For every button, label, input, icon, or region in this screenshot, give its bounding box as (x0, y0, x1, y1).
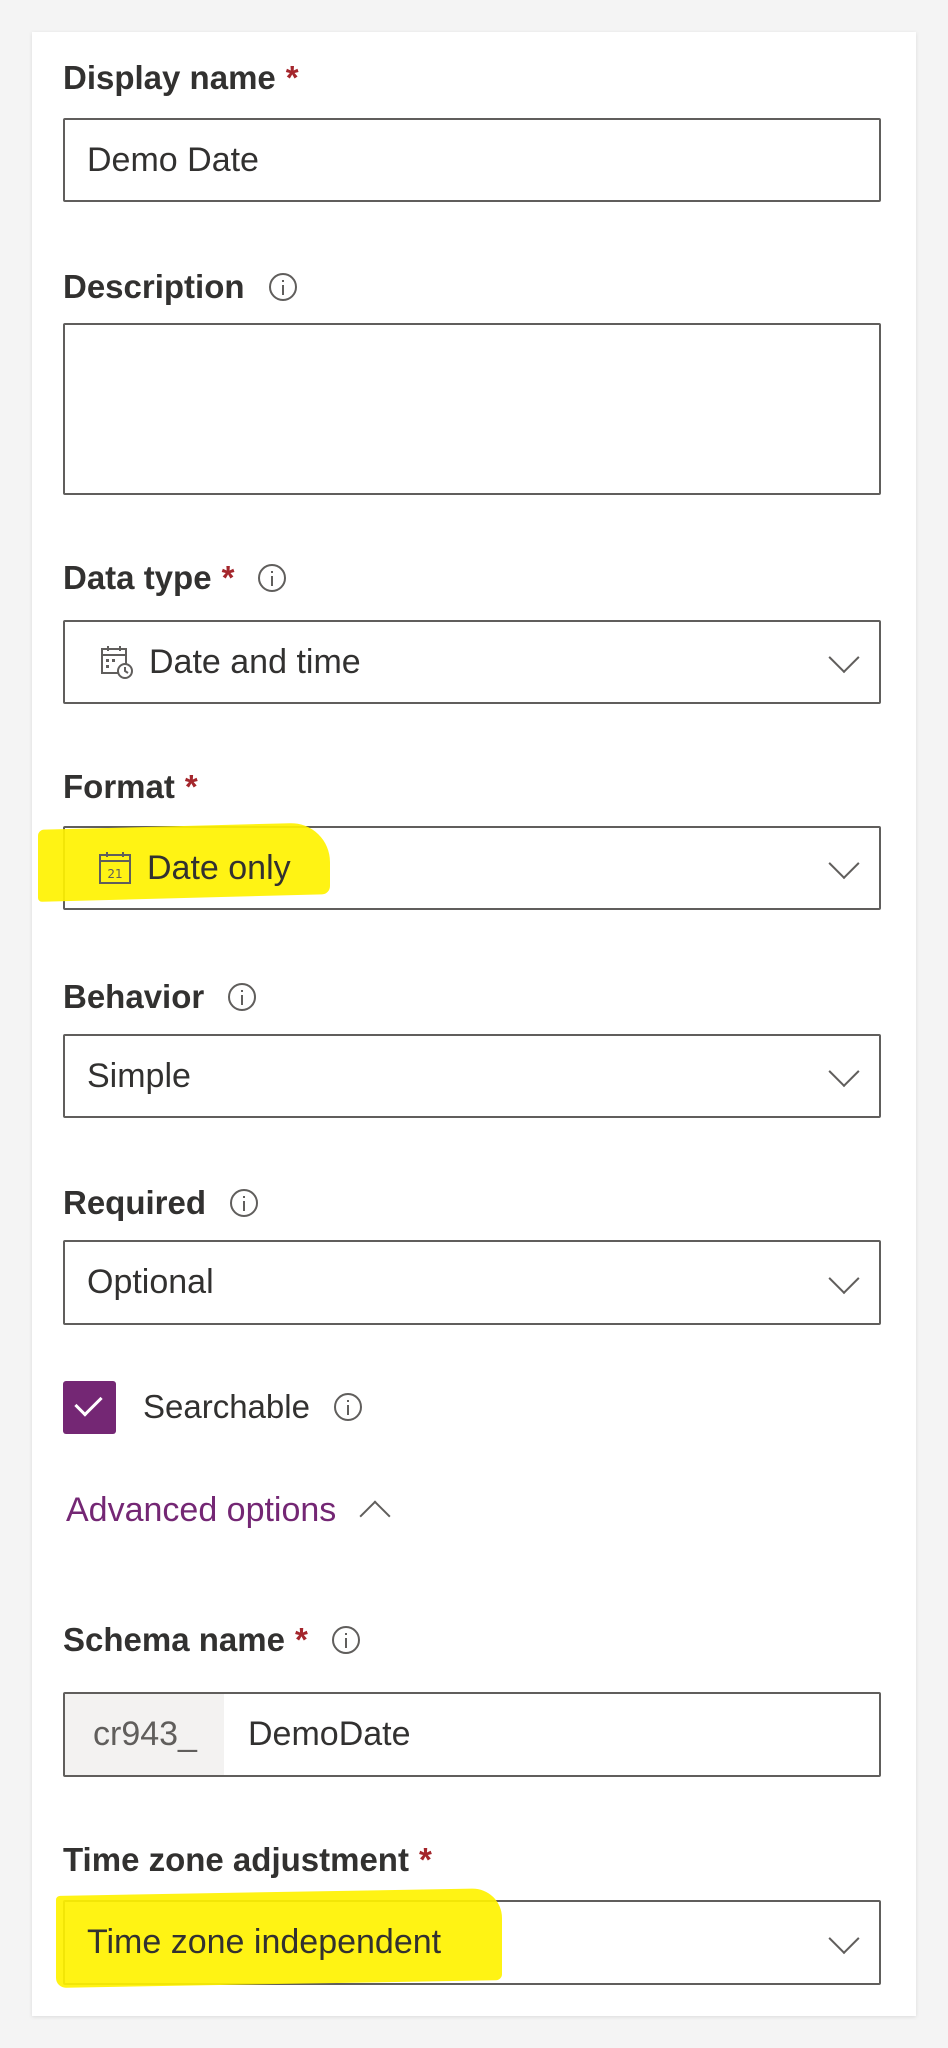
required-asterisk: * (418, 1841, 432, 1878)
data-type-label-text: Data type (63, 559, 212, 596)
format-value: Date only (147, 848, 291, 887)
behavior-label-text: Behavior (63, 978, 205, 1015)
schema-name-input[interactable]: cr943_ DemoDate (63, 1692, 881, 1777)
chevron-down-icon (828, 1922, 860, 1954)
chevron-up-icon (359, 1500, 391, 1532)
description-label: Description (63, 270, 297, 303)
description-textarea[interactable] (63, 323, 881, 495)
required-asterisk: * (294, 1621, 308, 1658)
display-name-input[interactable]: Demo Date (63, 118, 881, 202)
info-icon[interactable] (268, 272, 297, 301)
calendar-clock-icon (101, 646, 133, 679)
schema-name-label-text: Schema name (63, 1621, 285, 1658)
required-value: Optional (87, 1263, 214, 1301)
info-icon[interactable] (333, 1392, 362, 1421)
display-name-label: Display name * (63, 61, 299, 94)
format-label-text: Format (63, 768, 175, 805)
required-label: Required (63, 1184, 259, 1221)
advanced-options-toggle[interactable]: Advanced options (66, 1491, 391, 1532)
calendar-21-icon: 21 (99, 852, 131, 884)
description-label-text: Description (63, 268, 245, 305)
required-asterisk: * (221, 559, 235, 596)
required-label-text: Required (63, 1184, 207, 1221)
schema-name-label: Schema name * (63, 1623, 360, 1656)
searchable-label: Searchable (143, 1390, 362, 1423)
advanced-options-label: Advanced options (66, 1491, 337, 1529)
format-label: Format * (63, 770, 198, 803)
time-zone-label: Time zone adjustment * (63, 1843, 432, 1876)
required-asterisk: * (285, 59, 299, 96)
searchable-label-text: Searchable (143, 1388, 310, 1425)
time-zone-label-text: Time zone adjustment (63, 1841, 409, 1878)
schema-prefix: cr943_ (65, 1694, 224, 1775)
required-asterisk: * (184, 768, 198, 805)
chevron-down-icon (828, 1262, 860, 1294)
time-zone-dropdown-content: Time zone independent (63, 1900, 441, 1985)
data-type-label: Data type * (63, 559, 287, 596)
chevron-down-icon (828, 848, 860, 880)
chevron-down-icon (828, 642, 860, 674)
calendar-day-number: 21 (107, 867, 122, 881)
display-name-value: Demo Date (87, 140, 259, 179)
time-zone-value: Time zone independent (87, 1923, 442, 1961)
info-icon[interactable] (331, 1625, 360, 1654)
schema-name-value: DemoDate (248, 1715, 411, 1753)
info-icon[interactable] (230, 1188, 259, 1217)
info-icon[interactable] (228, 982, 257, 1011)
display-name-label-text: Display name (63, 59, 276, 96)
searchable-checkbox[interactable] (63, 1381, 116, 1434)
behavior-value: Simple (87, 1056, 191, 1095)
info-icon[interactable] (258, 563, 287, 592)
behavior-label: Behavior (63, 978, 257, 1015)
data-type-value: Date and time (149, 642, 361, 681)
format-dropdown-content: 21 Date only (63, 826, 291, 910)
required-dropdown[interactable]: Optional (63, 1240, 881, 1325)
data-type-dropdown[interactable]: Date and time (63, 620, 881, 704)
chevron-down-icon (828, 1056, 860, 1088)
behavior-dropdown[interactable]: Simple (63, 1034, 881, 1118)
